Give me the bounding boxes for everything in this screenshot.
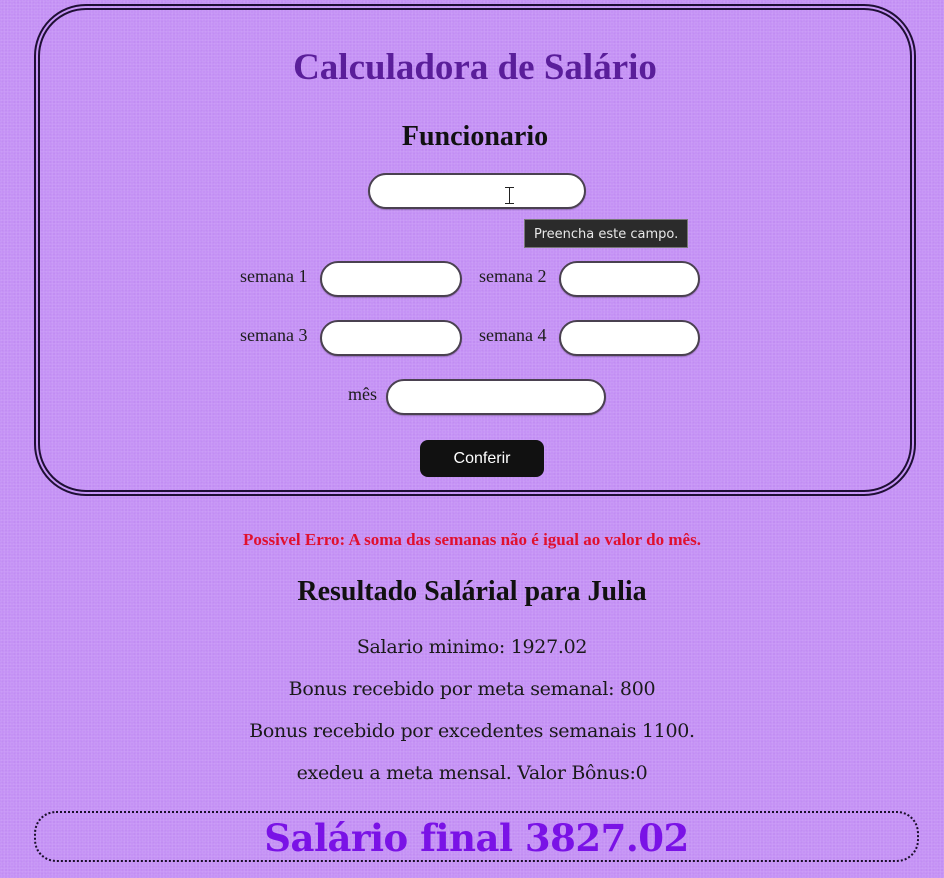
final-salary-text: Salário final 3827.02 xyxy=(264,816,689,860)
calculator-form-card: Calculadora de Salário Funcionario Preen… xyxy=(34,4,916,496)
page-title: Calculadora de Salário xyxy=(293,47,657,88)
conferir-button[interactable]: Conferir xyxy=(420,440,544,477)
required-field-tooltip: Preencha este campo. xyxy=(524,219,689,248)
employee-section-title: Funcionario xyxy=(401,121,549,152)
month-input[interactable] xyxy=(386,379,606,415)
weekly-bonus-line: Bonus recebido por meta semanal: 800 xyxy=(288,678,656,700)
week2-label: semana 2 xyxy=(479,266,547,286)
week3-input[interactable] xyxy=(320,320,462,356)
week4-label: semana 4 xyxy=(479,325,547,345)
week1-input[interactable] xyxy=(320,261,462,297)
minimum-salary-line: Salario minimo: 1927.02 xyxy=(356,636,588,658)
text-cursor-icon xyxy=(505,187,514,204)
result-title: Resultado Salárial para Julia xyxy=(297,576,647,607)
employee-name-input[interactable] xyxy=(368,173,586,209)
month-label: mês xyxy=(348,384,377,404)
week4-input[interactable] xyxy=(559,320,700,356)
surplus-bonus-line: Bonus recebido por excedentes semanais 1… xyxy=(249,720,695,742)
final-salary-box: Salário final 3827.02 xyxy=(34,811,919,862)
week2-input[interactable] xyxy=(559,261,700,297)
monthly-bonus-line: exedeu a meta mensal. Valor Bônus:0 xyxy=(296,762,648,784)
week1-label: semana 1 xyxy=(240,266,308,286)
week3-label: semana 3 xyxy=(240,325,308,345)
error-message: Possivel Erro: A soma das semanas não é … xyxy=(243,530,701,549)
